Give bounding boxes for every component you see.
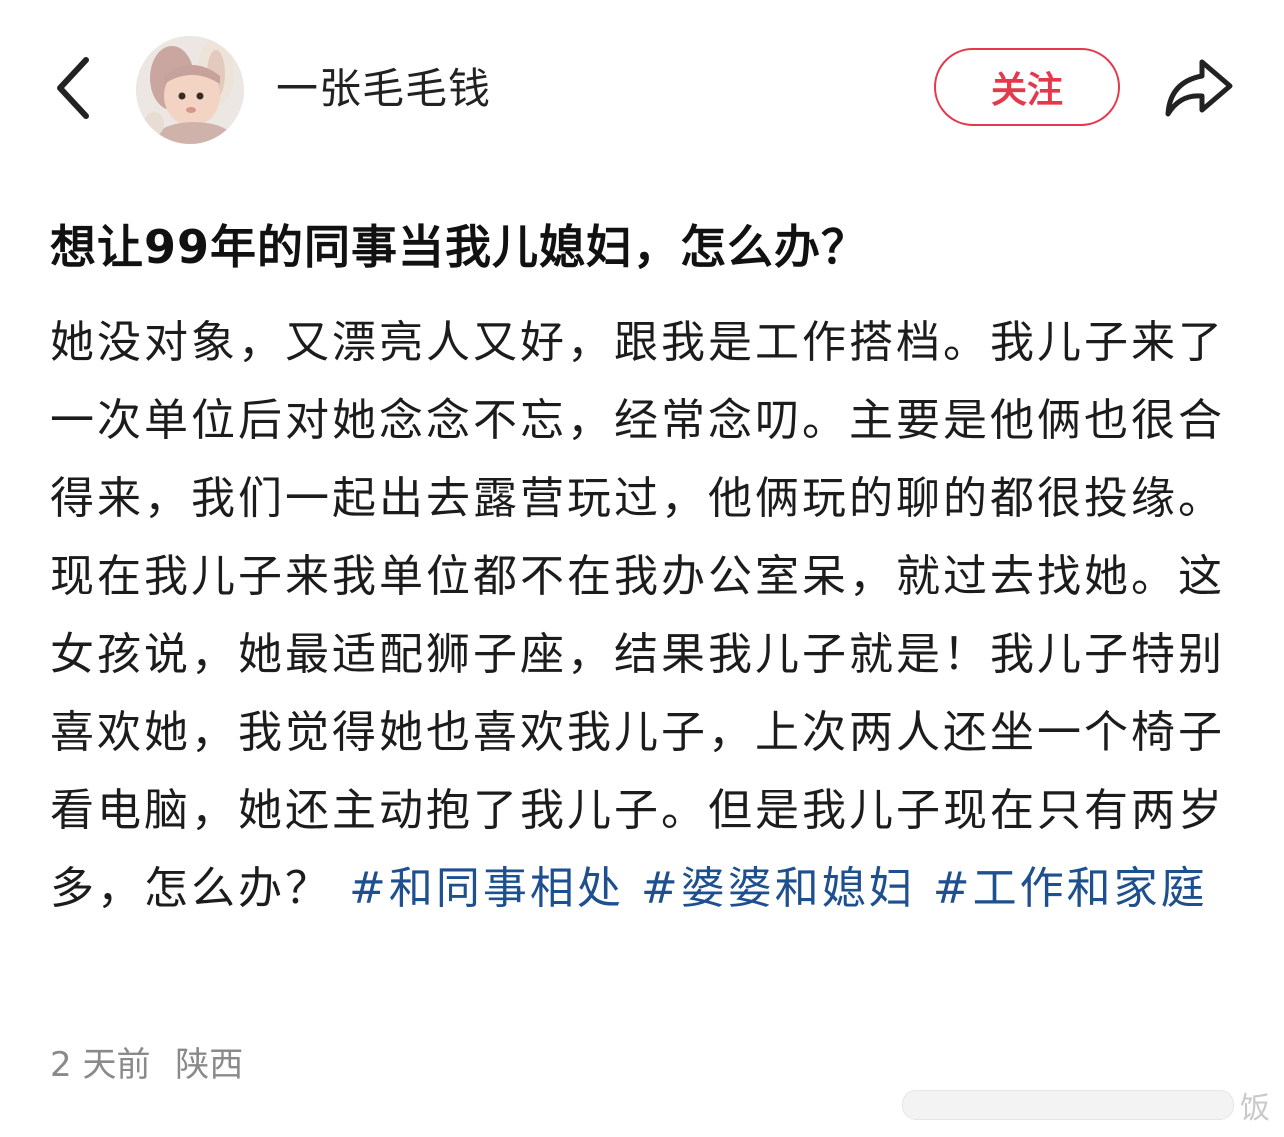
watermark-bar	[902, 1090, 1234, 1120]
watermark-text: 饭	[1240, 1091, 1270, 1126]
chevron-left-icon	[57, 57, 89, 119]
post-body-text: 她没对象，又漂亮人又好，跟我是工作搭档。我儿子来了一次单位后对她念念不忘，经常念…	[50, 317, 1225, 914]
post-time: 2 天前	[50, 1045, 151, 1085]
follow-button-label: 关注	[990, 70, 1063, 111]
username[interactable]: 一张毛毛钱	[276, 58, 491, 120]
hashtag-1[interactable]: #和同事相处	[349, 863, 624, 914]
post-meta: 2 天前 陕西	[50, 1040, 257, 1090]
share-arrow-icon	[1165, 59, 1233, 117]
avatar[interactable]	[136, 36, 244, 144]
back-button[interactable]	[48, 52, 104, 124]
hashtag-3[interactable]: #工作和家庭	[933, 863, 1208, 914]
post-header: 一张毛毛钱 关注	[0, 0, 1284, 180]
post-location: 陕西	[175, 1045, 244, 1085]
watermark: 饭	[902, 1083, 1270, 1127]
hashtag-2[interactable]: #婆婆和媳妇	[641, 863, 916, 914]
share-button[interactable]	[1160, 52, 1236, 124]
post-body: 她没对象，又漂亮人又好，跟我是工作搭档。我儿子来了一次单位后对她念念不忘，经常念…	[50, 304, 1240, 928]
baby-avatar-image	[136, 36, 244, 144]
post-title: 想让99年的同事当我儿媳妇，怎么办？	[50, 220, 869, 274]
follow-button[interactable]: 关注	[934, 48, 1120, 126]
